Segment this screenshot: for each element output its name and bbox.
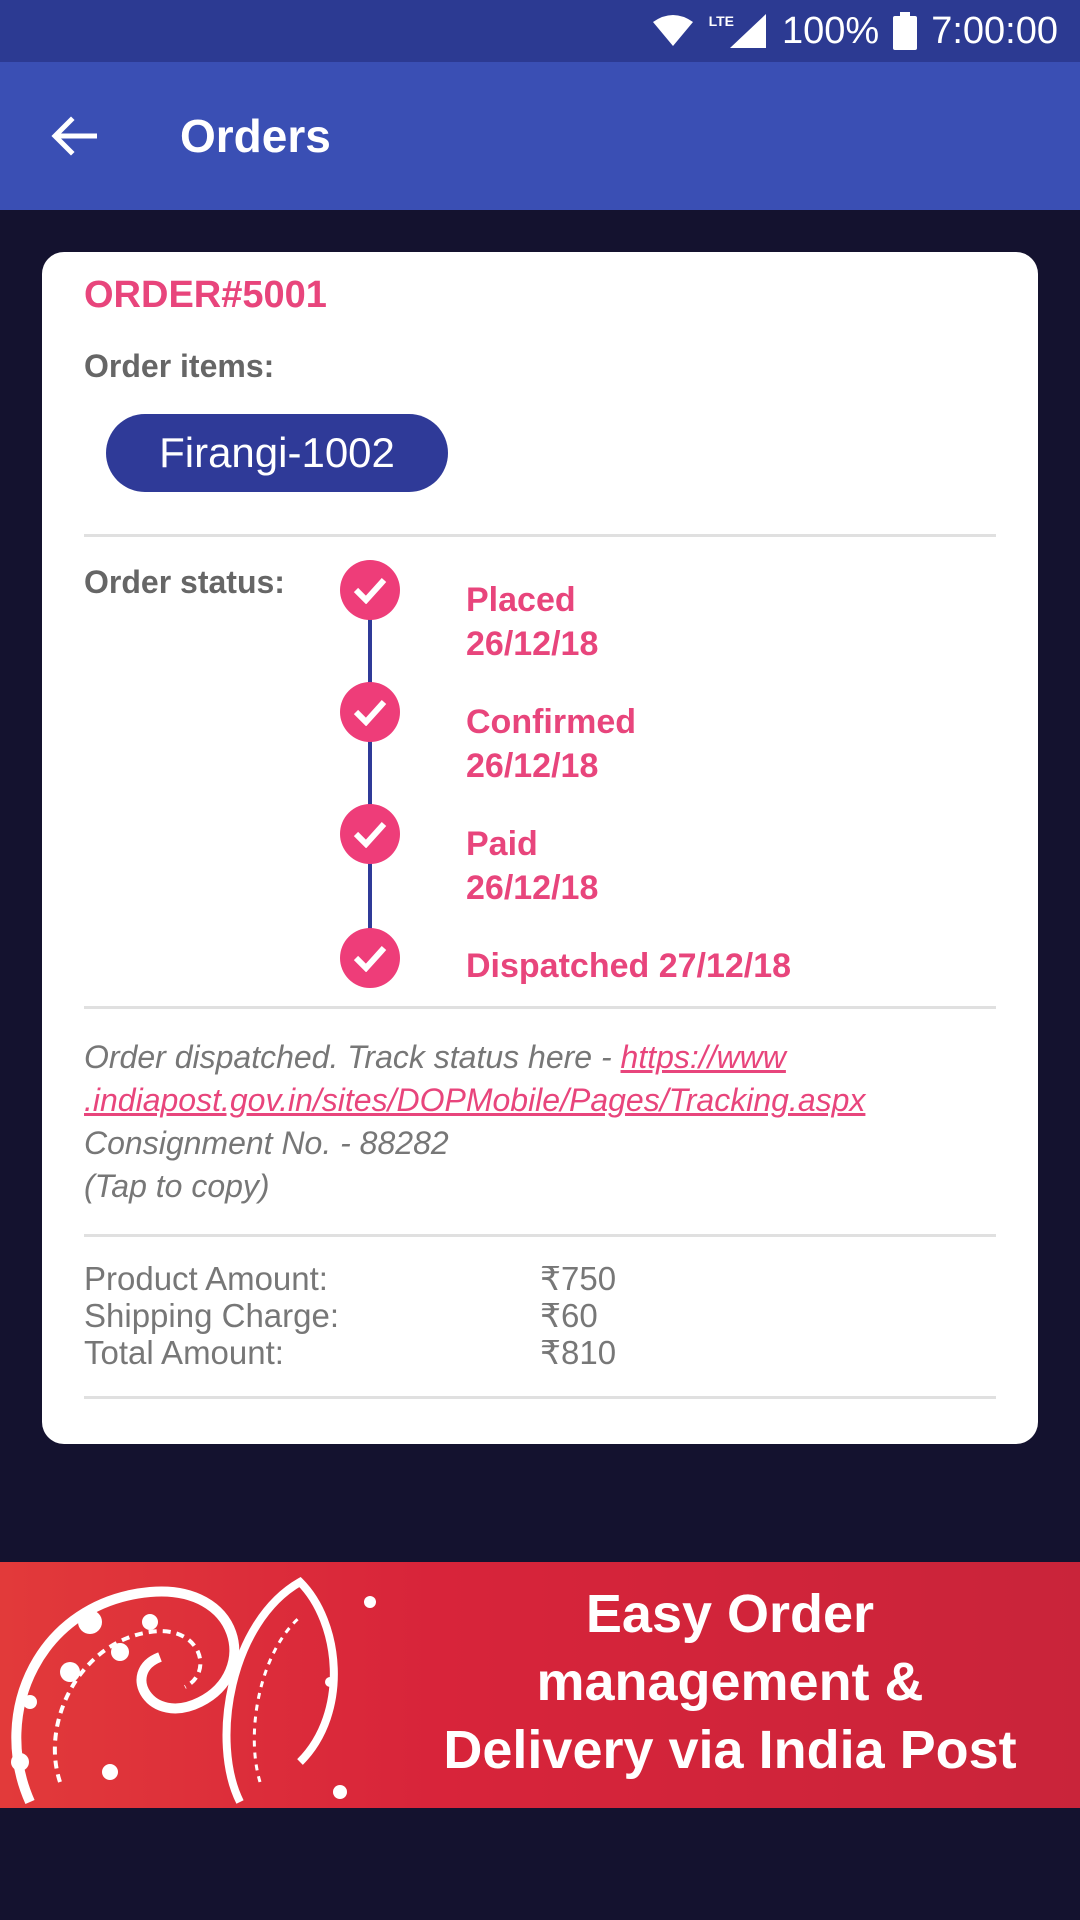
check-circle-icon <box>340 928 400 988</box>
status-step-paid: Paid 26/12/18 <box>466 822 598 910</box>
amount-label: Shipping Charge: <box>84 1297 340 1334</box>
order-id: ORDER#5001 <box>84 274 327 316</box>
divider <box>84 1006 996 1009</box>
step-name: Paid <box>466 825 538 863</box>
wifi-icon <box>651 14 695 48</box>
network-type-label: LTE <box>708 13 734 29</box>
step-name: Placed <box>466 581 576 619</box>
step-date: 26/12/18 <box>466 625 599 663</box>
banner-line: management & <box>536 1652 924 1712</box>
amount-label: Product Amount: <box>84 1260 328 1297</box>
amount-value: ₹60 <box>540 1297 598 1334</box>
order-status-label: Order status: <box>84 564 285 600</box>
tracking-link[interactable]: https://www <box>621 1039 786 1075</box>
step-date: 26/12/18 <box>466 869 599 907</box>
page-title: Orders <box>180 110 331 162</box>
order-card[interactable]: ORDER#5001 Order items: Firangi-1002 Ord… <box>42 252 1038 1444</box>
amount-value: ₹810 <box>540 1334 617 1371</box>
banner-line: Easy Order <box>585 1584 875 1644</box>
shipping-charge-row: Shipping Charge: ₹60 <box>84 1297 684 1335</box>
step-date: 26/12/18 <box>466 747 599 785</box>
status-step-confirmed: Confirmed 26/12/18 <box>466 700 636 788</box>
divider <box>84 534 996 537</box>
product-amount-row: Product Amount: ₹750 <box>84 1260 684 1298</box>
status-step-placed: Placed 26/12/18 <box>466 578 598 666</box>
total-amount-row: Total Amount: ₹810 <box>84 1334 684 1372</box>
back-button[interactable] <box>34 96 114 176</box>
order-items-label: Order items: <box>84 348 275 384</box>
promo-banner[interactable]: Easy Order management & Delivery via Ind… <box>0 1562 1080 1808</box>
divider <box>84 1396 996 1399</box>
status-bar: LTE 100% 7:00:00 <box>0 0 1080 62</box>
app-bar: Orders <box>0 62 1080 210</box>
amount-value: ₹750 <box>540 1260 617 1297</box>
check-circle-icon <box>340 560 400 620</box>
check-circle-icon <box>340 804 400 864</box>
amount-label: Total Amount: <box>84 1334 284 1371</box>
tap-to-copy-hint: (Tap to copy) <box>84 1168 270 1204</box>
tracking-link-continued[interactable]: .indiapost.gov.in/sites/DOPMobile/Pages/… <box>84 1082 865 1118</box>
dispatch-note[interactable]: Order dispatched. Track status here - ht… <box>84 1036 1014 1208</box>
timeline-connector <box>368 612 372 972</box>
clock: 7:00:00 <box>931 9 1058 52</box>
step-date: 27/12/18 <box>658 947 792 985</box>
banner-line: Delivery via India Post <box>443 1720 1017 1780</box>
battery-percent: 100% <box>782 9 880 52</box>
arrow-left-icon <box>51 116 97 156</box>
order-item-chip[interactable]: Firangi-1002 <box>106 414 448 492</box>
step-name: Dispatched <box>466 947 650 985</box>
divider <box>84 1234 996 1237</box>
banner-text: Easy Order management & Delivery via Ind… <box>410 1580 1050 1784</box>
paisley-pattern-icon <box>11 1577 376 1805</box>
status-step-dispatched: Dispatched 27/12/18 <box>466 944 791 988</box>
battery-icon <box>893 12 918 50</box>
check-circle-icon <box>340 682 400 742</box>
step-name: Confirmed <box>466 703 636 741</box>
consignment-number[interactable]: Consignment No. - 88282 <box>84 1125 449 1161</box>
cell-signal-icon: LTE <box>709 12 768 50</box>
dispatch-message: Order dispatched. Track status here - <box>84 1039 621 1075</box>
